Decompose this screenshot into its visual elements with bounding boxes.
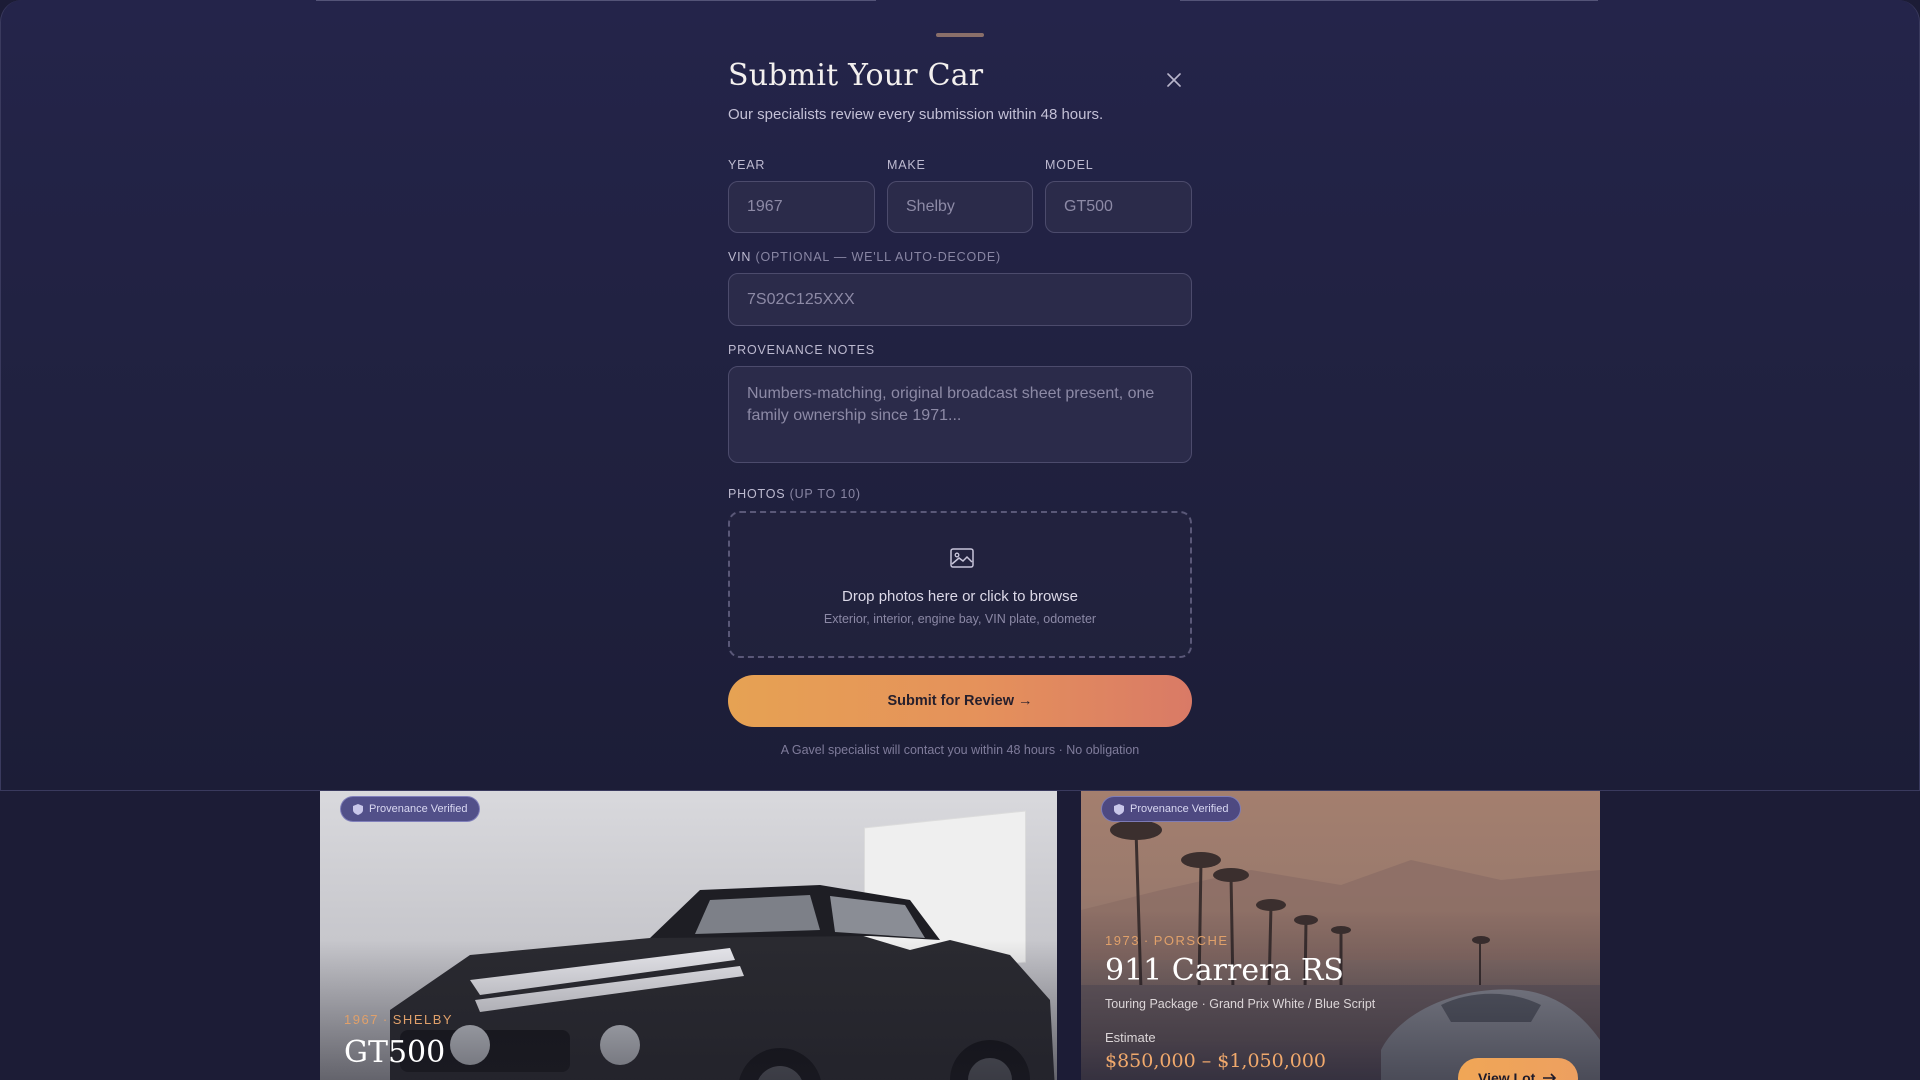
sheet-top-edge bbox=[316, 0, 876, 1]
lot-title: 911 Carrera RS bbox=[1105, 953, 1344, 988]
vin-label-text: VIN bbox=[728, 250, 752, 264]
estimate-value: $850,000 – $1,050,000 bbox=[1105, 1050, 1327, 1072]
lot-eyebrow: 1967 · SHELBY bbox=[344, 1012, 454, 1027]
modal-title: Submit Your Car bbox=[728, 58, 984, 93]
provenance-notes-textarea[interactable] bbox=[728, 366, 1192, 463]
listing-card-911[interactable]: Provenance Verified 1973 · PORSCHE 911 Car… bbox=[1081, 790, 1600, 1080]
contact-footnote: A Gavel specialist will contact you with… bbox=[780, 743, 1140, 757]
provenance-notes-label: PROVENANCE NOTES bbox=[728, 343, 875, 357]
photos-label-note: (UP TO 10) bbox=[789, 487, 861, 501]
provenance-badge: Provenance Verified bbox=[1101, 796, 1242, 822]
model-input[interactable] bbox=[1045, 181, 1192, 233]
close-icon bbox=[1167, 73, 1181, 87]
dropzone-title: Drop photos here or click to browse bbox=[842, 588, 1078, 605]
sheet-drag-handle[interactable] bbox=[936, 33, 984, 37]
listing-card-gt500[interactable]: Provenance Verified 1967 · SHELBY GT500 bbox=[320, 790, 1057, 1080]
lot-make: SHELBY bbox=[392, 1012, 454, 1027]
lot-title: GT500 bbox=[344, 1035, 446, 1070]
photo-dropzone[interactable]: Drop photos here or click to browse Exte… bbox=[728, 511, 1192, 658]
photos-label: PHOTOS (UP TO 10) bbox=[728, 487, 861, 501]
lot-year: 1967 bbox=[344, 1012, 379, 1027]
year-label: YEAR bbox=[728, 158, 766, 172]
badge-label: Provenance Verified bbox=[369, 803, 468, 815]
make-input[interactable] bbox=[887, 181, 1033, 233]
estimate-label: Estimate bbox=[1105, 1030, 1156, 1045]
lot-eyebrow: 1973 · PORSCHE bbox=[1105, 933, 1229, 948]
shield-icon bbox=[1114, 803, 1124, 815]
sheet-top-edge bbox=[1180, 0, 1598, 1]
close-button[interactable] bbox=[1162, 68, 1186, 92]
shield-icon bbox=[353, 803, 363, 815]
model-label: MODEL bbox=[1045, 158, 1094, 172]
dropzone-hint: Exterior, interior, engine bay, VIN plat… bbox=[823, 612, 1097, 626]
arrow-right-icon bbox=[1543, 1073, 1557, 1080]
badge-label: Provenance Verified bbox=[1130, 803, 1229, 815]
vin-label: VIN (OPTIONAL — WE'LL AUTO-DECODE) bbox=[728, 250, 1001, 264]
lot-subtitle: Touring Package · Grand Prix White / Blu… bbox=[1105, 997, 1376, 1011]
view-lot-label: View Lot bbox=[1478, 1070, 1536, 1080]
vin-input[interactable] bbox=[728, 273, 1192, 326]
lot-make: PORSCHE bbox=[1153, 933, 1229, 948]
provenance-badge: Provenance Verified bbox=[340, 796, 481, 822]
modal-subtitle: Our specialists review every submission … bbox=[728, 106, 1104, 123]
lot-year: 1973 bbox=[1105, 933, 1140, 948]
submit-for-review-button[interactable]: Submit for Review → bbox=[728, 675, 1192, 727]
view-lot-button[interactable]: View Lot bbox=[1458, 1058, 1578, 1080]
image-icon bbox=[950, 548, 974, 568]
vin-label-note: (OPTIONAL — WE'LL AUTO-DECODE) bbox=[755, 250, 1001, 264]
photos-label-text: PHOTOS bbox=[728, 487, 786, 501]
make-label: MAKE bbox=[887, 158, 926, 172]
year-input[interactable] bbox=[728, 181, 875, 233]
